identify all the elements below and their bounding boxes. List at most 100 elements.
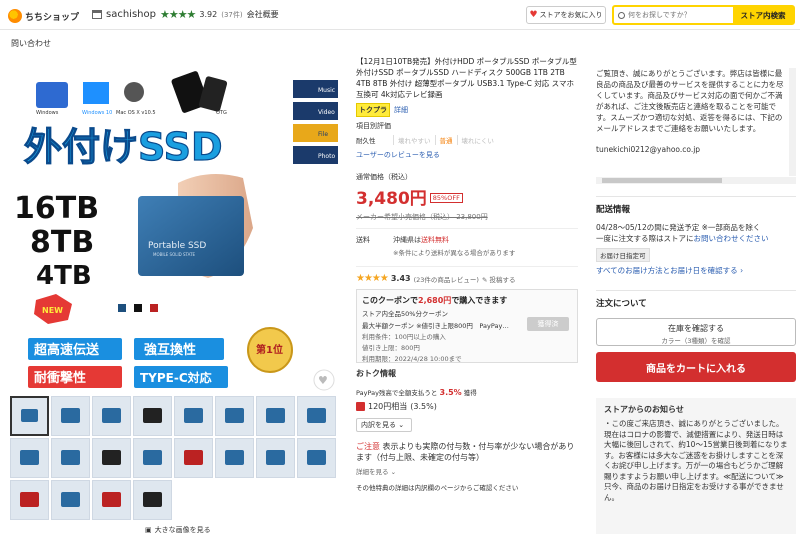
ssd-device-label: Portable SSD: [148, 241, 206, 251]
chevron-down-icon: ⌄: [398, 421, 405, 429]
see-detail-link[interactable]: 詳細を見る ⌄: [356, 466, 578, 476]
windows-logo-icon: [36, 82, 68, 108]
thumbnail[interactable]: [215, 396, 254, 436]
paypay-info: PayPay残高で全額支払うと 3.5% 獲得: [356, 388, 477, 397]
coupon-title: このクーポンで2,680円で購入できます: [362, 296, 508, 305]
points-value: 120円相当: [368, 402, 408, 411]
item-eval-title: 項目別評価: [356, 122, 391, 130]
shop-icon: [92, 10, 102, 19]
thumbnail[interactable]: [51, 438, 90, 478]
order-title: 注文について: [596, 290, 796, 309]
message-scrollbar-h[interactable]: [596, 177, 796, 184]
shipping-region: 沖縄県は: [393, 236, 421, 244]
thumbnail[interactable]: [92, 396, 131, 436]
thumbnail[interactable]: [51, 396, 90, 436]
thumbnail[interactable]: [133, 396, 172, 436]
thumbnail[interactable]: [297, 438, 336, 478]
product-main-image[interactable]: Windows Windows 10 Mac OS X v10.5 OTG Mu…: [8, 68, 338, 396]
points-row: 120円相当 (3.5%): [356, 401, 578, 412]
image-headline: 外付けSSD: [24, 125, 223, 169]
thumbnail[interactable]: [174, 396, 213, 436]
price: 3,480円: [356, 189, 427, 209]
shipping-fee-row: 送料 沖縄県は送料無料 ※条件により送料が異なる場合があります: [356, 228, 578, 257]
coupon-acquired-button[interactable]: 獲得済: [527, 317, 569, 331]
inquiry-shipping-link[interactable]: お問い合わせください: [694, 234, 769, 243]
thumbnail[interactable]: [215, 438, 254, 478]
thumbnail[interactable]: [51, 480, 90, 520]
store-notice-body: ・この度ご来店頂き、誠にありがとうございました。現在はコロナの影響で、減便措置に…: [604, 419, 788, 502]
feature-3: 耐衝撃性: [34, 370, 86, 386]
svg-text:♥: ♥: [318, 374, 328, 387]
thumbnail[interactable]: [92, 480, 131, 520]
shop-name[interactable]: sachishop: [106, 9, 156, 20]
post-review-link[interactable]: ✎ 投稿する: [482, 274, 516, 284]
right-column: ご覧頂き、誠にありがとうございます。弊店は皆様に最良品の商品及び最善のサービスを…: [596, 68, 796, 534]
tokku-detail-link[interactable]: 詳細: [394, 105, 408, 115]
shipping-fee-label: 送料: [356, 236, 370, 244]
store-logo-text: ちちショップ: [25, 12, 80, 23]
shipping-methods-link[interactable]: すべてのお届け方法とお届け日を確認する ›: [596, 265, 796, 276]
store-logo[interactable]: ちちショップ: [8, 9, 79, 23]
points-pct: (3.5%): [410, 402, 437, 411]
user-review-link[interactable]: ユーザーのレビューを見る: [356, 150, 578, 160]
thumbnail[interactable]: [10, 480, 49, 520]
price-label: 通常価格（税込）: [356, 173, 412, 181]
inquiry-link[interactable]: 問い合わせ: [11, 38, 51, 49]
shop-rating-stars: ★★★★: [159, 8, 196, 21]
other-benefits-note: その他特典の詳細は内訳欄のページからご確認ください: [356, 484, 519, 492]
thumbnail[interactable]: [10, 438, 49, 478]
favorite-store-label: ストアをお気に入り: [539, 11, 603, 19]
store-email: tunekichi0212@yahoo.co.jp: [596, 145, 701, 154]
store-search-button[interactable]: ストア内検索: [733, 7, 793, 23]
eval-option-selected: 普通: [434, 135, 457, 145]
original-price: メーカー希望小売価格（税込） 23,800円: [356, 213, 488, 221]
free-shipping: 送料無料: [421, 236, 449, 244]
side-icons: Music Video File Photo: [293, 80, 338, 164]
shop-rating-count[interactable]: (37件): [221, 10, 242, 20]
search-input[interactable]: [628, 7, 733, 23]
thumbnail[interactable]: [297, 396, 336, 436]
company-link[interactable]: 会社概要: [247, 9, 279, 20]
eval-option: 壊れにくい: [456, 135, 498, 145]
image-icon: ▣: [145, 526, 152, 534]
view-large-image-link[interactable]: ▣ 大きな画像を見る: [145, 525, 211, 535]
store-message: ご覧頂き、誠にありがとうございます。弊店は皆様に最良品の商品及び最善のサービスを…: [596, 69, 784, 154]
view-large-image-label: 大きな画像を見る: [154, 526, 211, 534]
store-header: ちちショップ sachishop ★★★★ 3.92 (37件) 会社概要 ♥ …: [0, 0, 800, 30]
review-score: 3.43: [390, 274, 411, 283]
rank-badge-text: 第1位: [256, 343, 283, 356]
thumbnail[interactable]: [133, 438, 172, 478]
shipping-info-title: 配送情報: [596, 196, 796, 215]
favorite-store-button[interactable]: ♥ ストアをお気に入り: [526, 6, 606, 24]
review-stars: ★★★★: [356, 273, 389, 284]
compat-mac: Mac OS X v10.5: [116, 110, 156, 116]
coupon-condition: 利用条件：100円以上の購入: [362, 333, 446, 341]
thumbnail[interactable]: [133, 480, 172, 520]
feature-1: 超高速伝送: [34, 342, 100, 358]
thumbnail[interactable]: [92, 438, 131, 478]
review-count-link[interactable]: (23件の商品レビュー): [414, 274, 479, 284]
thumbnail[interactable]: [256, 438, 295, 478]
message-scrollbar-v[interactable]: [789, 68, 796, 176]
store-notice: ストアからのお知らせ ・この度ご来店頂き、誠にありがとうございました。現在はコロ…: [596, 398, 796, 534]
shipping-date: 04/28〜05/12の間に発送予定 ※一部商品を除く 一度に注文する際はストアに…: [596, 223, 769, 243]
thumbnail[interactable]: [174, 438, 213, 478]
thumbnail[interactable]: [10, 396, 49, 436]
side-icon-photo: Photo: [318, 153, 335, 160]
check-stock-button[interactable]: 在庫を確認する カラー（3種類）を確認: [596, 318, 796, 346]
search-icon: [614, 7, 628, 23]
apple-logo-icon: [124, 82, 144, 102]
thumbnail[interactable]: [256, 396, 295, 436]
compat-windows: Windows: [36, 110, 59, 116]
eval-row: 耐久性 壊れやすい 普通 壊れにくい: [356, 134, 578, 146]
review-summary: ★★★★ 3.43 (23件の商品レビュー) ✎ 投稿する: [356, 266, 578, 284]
coupon-limit: 値引き上限：800円: [362, 344, 420, 352]
points-breakdown-select[interactable]: 内訳を見る ⌄: [356, 418, 412, 432]
side-icon-music: Music: [318, 87, 335, 94]
image-capacity-16tb: 16TB: [14, 191, 99, 226]
eval-option: 壊れやすい: [393, 135, 435, 145]
heart-icon: ♥: [529, 10, 538, 20]
feature-2: 強互換性: [144, 342, 196, 358]
add-to-cart-button[interactable]: 商品をカートに入れる: [596, 352, 796, 382]
ssd-device: [138, 196, 244, 276]
